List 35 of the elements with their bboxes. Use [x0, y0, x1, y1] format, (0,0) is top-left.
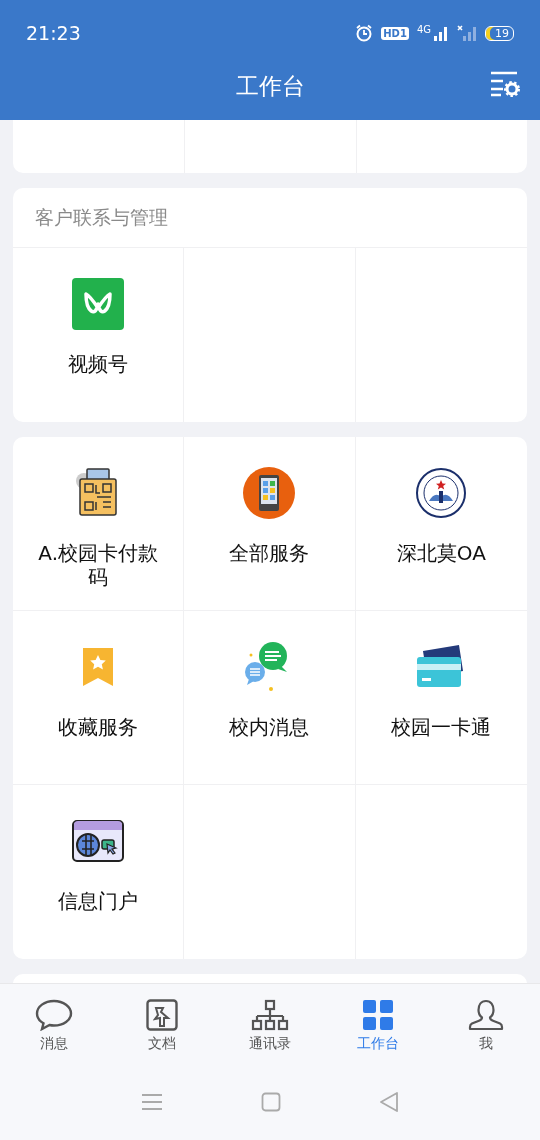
emblem-icon: [415, 467, 468, 519]
battery-level: 19: [485, 25, 514, 41]
page-title: 工作台: [235, 71, 305, 101]
hd-badge: HD1: [381, 26, 409, 40]
app-label[interactable]: 视频号: [52, 352, 145, 376]
document-icon: [146, 998, 178, 1031]
no-signal-icon: [457, 25, 477, 41]
grid-icon: [362, 998, 394, 1031]
list-settings-icon[interactable]: [490, 71, 520, 97]
section-title: 客户联系与管理: [35, 204, 168, 230]
menu-icon[interactable]: [141, 1093, 163, 1111]
browser-icon: [71, 819, 126, 863]
chat-bubble-icon: [35, 998, 73, 1031]
org-chart-icon: [251, 998, 289, 1031]
back-icon[interactable]: [379, 1091, 399, 1113]
phone-icon: [243, 467, 296, 519]
home-icon[interactable]: [261, 1092, 281, 1112]
app-label[interactable]: 信息门户: [42, 889, 155, 913]
tab[interactable]: 文档: [108, 984, 216, 1070]
app-label[interactable]: A.校园卡付款码: [13, 541, 184, 589]
app-label[interactable]: 收藏服务: [42, 715, 155, 739]
app-label[interactable]: 校内消息: [213, 715, 326, 739]
app-label[interactable]: 校园一卡通: [375, 715, 508, 739]
signal-icon: [433, 25, 449, 41]
app-label[interactable]: 全部服务: [213, 541, 326, 565]
alarm-icon: [355, 24, 374, 42]
person-icon: [468, 998, 504, 1031]
tab[interactable]: 工作台: [324, 984, 432, 1070]
app-label[interactable]: 深北莫OA: [380, 541, 502, 565]
loop-icon: [72, 278, 125, 330]
status-time: 21:23: [26, 22, 82, 44]
tab[interactable]: 消息: [0, 984, 108, 1070]
network-type: 4G: [416, 24, 431, 35]
tab[interactable]: 通讯录: [216, 984, 324, 1070]
tab[interactable]: 我: [432, 984, 540, 1070]
